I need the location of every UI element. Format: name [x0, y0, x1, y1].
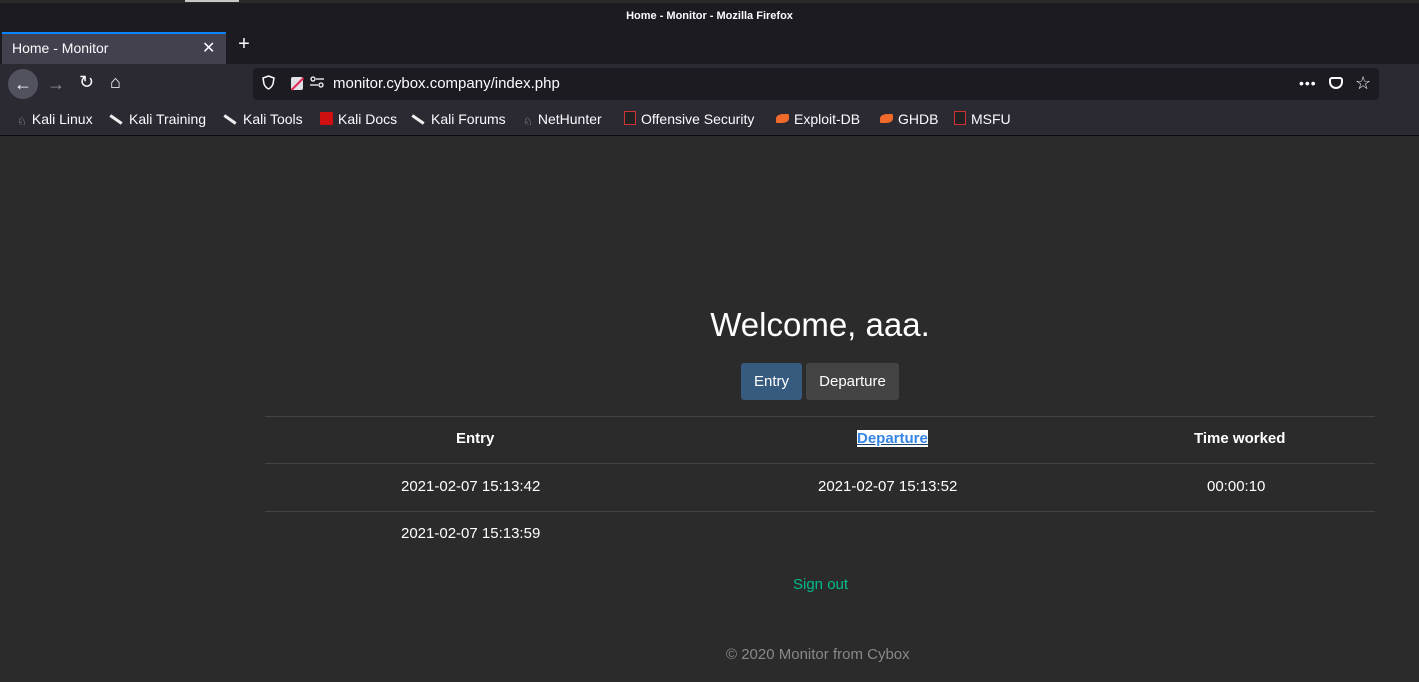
url-text[interactable]: monitor.cybox.company/index.php	[333, 75, 560, 92]
table-top-border	[265, 416, 1375, 417]
pocket-icon[interactable]	[1329, 77, 1343, 89]
bookmark-label: GHDB	[898, 111, 939, 127]
navigation-toolbar: ← → ↻ ⌂ monitor.cybox.company/index.php …	[0, 64, 1419, 104]
bookmark-kali-training[interactable]: Kali Training	[109, 111, 206, 127]
close-tab-icon[interactable]: ✕	[202, 38, 215, 58]
sign-out-link[interactable]: Sign out	[793, 576, 848, 593]
kali-docs-icon	[320, 112, 333, 125]
welcome-heading: Welcome, aaa.	[710, 306, 930, 343]
bookmark-label: Kali Linux	[31, 111, 93, 127]
back-button[interactable]: ←	[8, 69, 38, 99]
table-cell-time-worked: 00:00:10	[1207, 478, 1266, 495]
bookmark-label: MSFU	[971, 111, 1011, 127]
new-tab-button[interactable]: +	[234, 33, 254, 56]
bookmark-ghdb[interactable]: GHDB	[880, 111, 938, 127]
permissions-icon[interactable]	[310, 76, 324, 88]
page-actions-more-icon[interactable]: •••	[1299, 75, 1317, 91]
bookmark-kali-linux[interactable]: ♘ Kali Linux	[17, 111, 93, 128]
page-viewport	[2, 136, 1419, 682]
tab-home-monitor[interactable]: Home - Monitor ✕	[2, 32, 226, 64]
bookmarks-toolbar: ♘ Kali Linux Kali Training Kali Tools Kal…	[0, 104, 1419, 136]
forward-button[interactable]: →	[47, 74, 65, 95]
departure-button[interactable]: Departure	[806, 363, 899, 400]
kali-icon: ♘	[523, 116, 533, 128]
bookmark-kali-docs[interactable]: Kali Docs	[320, 111, 397, 127]
bookmark-exploit-db[interactable]: Exploit-DB	[776, 111, 860, 127]
exploitdb-icon	[880, 114, 893, 123]
window-title: Home - Monitor - Mozilla Firefox	[626, 10, 793, 22]
kali-dragon-icon	[411, 114, 425, 125]
home-button[interactable]: ⌂	[110, 72, 121, 93]
tracking-shield-icon[interactable]	[262, 75, 275, 90]
table-cell-entry: 2021-02-07 15:13:59	[401, 525, 541, 542]
table-header-departure-text: Departure	[857, 430, 928, 447]
table-cell-departure: 2021-02-07 15:13:52	[818, 478, 958, 495]
bookmark-label: Kali Docs	[338, 111, 398, 127]
kali-dragon-icon	[223, 114, 237, 125]
entry-button[interactable]: Entry	[741, 363, 802, 400]
bookmark-star-icon[interactable]: ☆	[1355, 73, 1371, 94]
bookmark-label: Kali Training	[129, 111, 207, 127]
bookmark-msfu[interactable]: MSFU	[954, 111, 1011, 127]
bookmark-kali-tools[interactable]: Kali Tools	[223, 111, 303, 127]
table-row-border	[265, 511, 1375, 512]
table-cell-entry: 2021-02-07 15:13:42	[401, 478, 541, 495]
bookmark-label: NetHunter	[537, 111, 602, 127]
tab-strip: Home - Monitor ✕	[0, 30, 1419, 64]
window-titlebar: Home - Monitor - Mozilla Firefox	[0, 3, 1419, 30]
offsec-icon	[954, 111, 966, 125]
top-strip-highlight	[185, 0, 239, 2]
bookmark-label: Offensive Security	[641, 111, 755, 127]
offsec-icon	[624, 111, 636, 125]
footer-copyright: © 2020 Monitor from Cybox	[726, 646, 910, 663]
bookmark-offensive-security[interactable]: Offensive Security	[624, 111, 754, 127]
bookmark-label: Exploit-DB	[794, 111, 861, 127]
reload-button[interactable]: ↻	[79, 72, 94, 93]
url-bar[interactable]: monitor.cybox.company/index.php ••• ☆	[253, 68, 1379, 100]
table-header-entry: Entry	[456, 430, 495, 447]
table-header-time-worked: Time worked	[1194, 430, 1286, 447]
bookmark-nethunter[interactable]: ♘ NetHunter	[523, 111, 602, 128]
bookmark-label: Kali Tools	[243, 111, 303, 127]
table-header-departure: Departure	[857, 430, 928, 447]
kali-dragon-icon	[109, 114, 123, 125]
table-header-border	[265, 463, 1375, 464]
kali-icon: ♘	[17, 116, 27, 128]
insecure-lock-icon[interactable]	[291, 77, 303, 90]
tab-title: Home - Monitor	[12, 40, 109, 56]
exploitdb-icon	[776, 114, 789, 123]
bookmark-label: Kali Forums	[431, 111, 506, 127]
bookmark-kali-forums[interactable]: Kali Forums	[411, 111, 506, 127]
